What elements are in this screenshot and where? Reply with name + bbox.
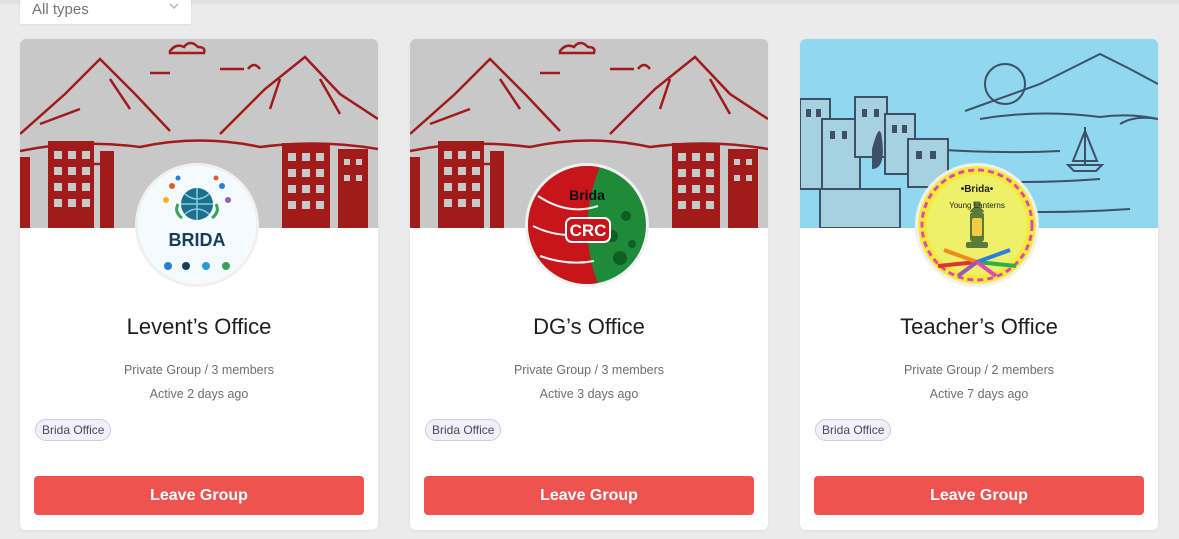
group-privacy-members: Private Group / 3 members: [513, 363, 665, 377]
group-last-active: Active 2 days ago: [149, 387, 249, 401]
group-type-filter[interactable]: All types: [20, 0, 191, 24]
group-last-active: Active 3 days ago: [539, 387, 639, 401]
avatar-logo-subtext: Young Lanterns: [949, 201, 1005, 210]
group-privacy-members: Private Group / 3 members: [123, 363, 275, 377]
chevron-down-icon: [169, 3, 179, 9]
leave-group-button[interactable]: Leave Group: [424, 476, 754, 515]
group-type-tag: Brida Office: [35, 419, 112, 441]
group-card[interactable]: BRIDA Levent’s Office Private Group / 3 …: [20, 39, 378, 530]
group-privacy-members: Private Group / 2 members: [903, 363, 1055, 377]
group-type-tag: Brida Office: [425, 419, 502, 441]
filter-selected-value: All types: [32, 1, 89, 18]
group-avatar: Brida CRC: [525, 163, 649, 287]
group-avatar: •Brida• Young Lanterns: [915, 163, 1039, 287]
group-avatar: BRIDA: [135, 163, 259, 287]
avatar-logo-text: Brida: [569, 187, 605, 203]
avatar-logo-text: BRIDA: [169, 230, 226, 250]
group-name[interactable]: Levent’s Office: [20, 314, 378, 340]
group-last-active: Active 7 days ago: [929, 387, 1029, 401]
group-name[interactable]: DG’s Office: [410, 314, 768, 340]
leave-group-button[interactable]: Leave Group: [34, 476, 364, 515]
avatar-logo-subtext: CRC: [570, 221, 607, 240]
group-card[interactable]: •Brida• Young Lanterns Teacher’s Office …: [800, 39, 1158, 530]
leave-group-button[interactable]: Leave Group: [814, 476, 1144, 515]
avatar-logo-text: •Brida•: [961, 184, 994, 195]
group-name[interactable]: Teacher’s Office: [800, 314, 1158, 340]
group-card[interactable]: Brida CRC DG’s Office Private Group / 3 …: [410, 39, 768, 530]
group-type-tag: Brida Office: [815, 419, 892, 441]
